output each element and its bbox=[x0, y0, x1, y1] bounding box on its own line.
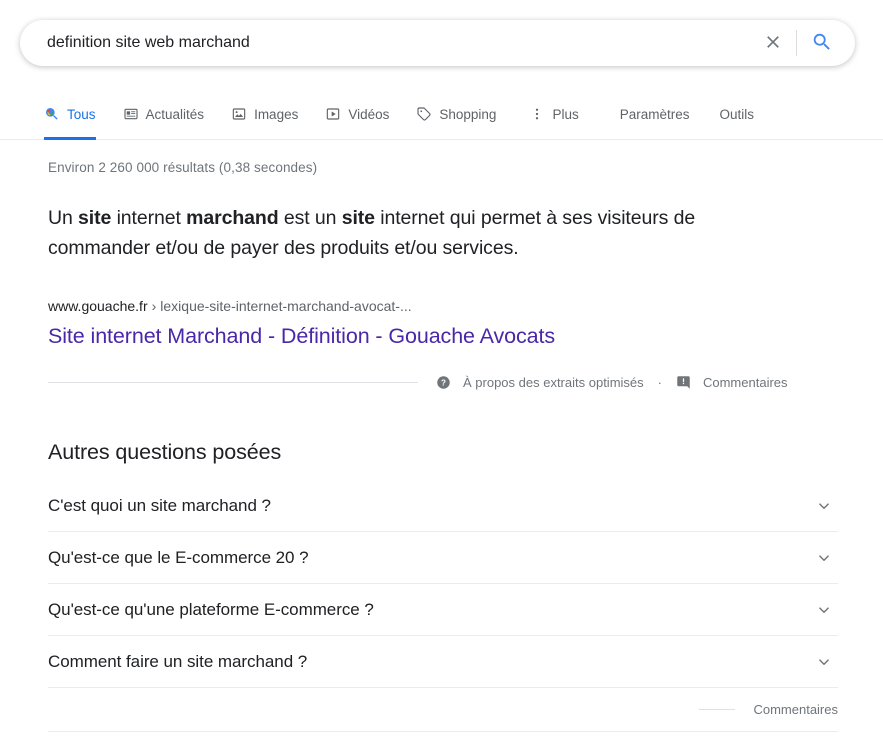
search-region bbox=[0, 0, 883, 66]
footer-separator: · bbox=[657, 374, 662, 390]
tab-label: Shopping bbox=[439, 106, 497, 122]
paa-footer: Commentaires bbox=[48, 702, 838, 717]
help-icon: ? bbox=[436, 375, 451, 390]
url-separator: › bbox=[151, 298, 157, 314]
video-icon bbox=[325, 106, 341, 122]
footer-links: ? À propos des extraits optimisés · Comm… bbox=[436, 375, 788, 390]
chevron-down-icon[interactable] bbox=[814, 548, 834, 568]
snippet-feedback-link[interactable]: Commentaires bbox=[703, 375, 788, 390]
url-domain: www.gouache.fr bbox=[48, 298, 148, 314]
clear-search-button[interactable] bbox=[756, 26, 790, 60]
tab-tous[interactable]: Tous bbox=[44, 98, 96, 140]
result-stats: Environ 2 260 000 résultats (0,38 second… bbox=[48, 160, 318, 175]
tab-outils[interactable]: Outils bbox=[720, 98, 755, 139]
url-path: lexique-site-internet-marchand-avocat-..… bbox=[160, 298, 412, 314]
chevron-down-icon[interactable] bbox=[814, 496, 834, 516]
paa-question-item[interactable]: C'est quoi un site marchand ? bbox=[48, 480, 838, 532]
tab-parametres[interactable]: Paramètres bbox=[620, 98, 690, 139]
people-also-ask-list: C'est quoi un site marchand ? Qu'est-ce … bbox=[48, 480, 838, 688]
close-icon bbox=[763, 32, 783, 55]
paa-question-item[interactable]: Qu'est-ce qu'une plateforme E-commerce ? bbox=[48, 584, 838, 636]
paa-footer-divider bbox=[699, 709, 736, 710]
result-url[interactable]: www.gouache.fr › lexique-site-internet-mar… bbox=[48, 296, 788, 316]
image-icon bbox=[231, 106, 247, 122]
search-results-main: Environ 2 260 000 résultats (0,38 second… bbox=[0, 160, 883, 732]
paa-question-text: Qu'est-ce que le E-commerce 20 ? bbox=[48, 547, 309, 567]
tab-label: Outils bbox=[719, 106, 755, 122]
tab-label: Actualités bbox=[145, 106, 205, 122]
featured-snippet: Un site internet marchand est un site in… bbox=[48, 203, 788, 393]
tab-images[interactable]: Images bbox=[231, 98, 298, 139]
news-icon bbox=[123, 106, 139, 122]
search-input[interactable] bbox=[20, 20, 756, 66]
snippet-bold-2: marchand bbox=[186, 207, 279, 229]
paa-bottom-divider bbox=[48, 731, 838, 732]
chevron-down-icon[interactable] bbox=[814, 600, 834, 620]
search-icon bbox=[811, 31, 833, 56]
search-box[interactable] bbox=[20, 20, 855, 66]
chevron-down-icon[interactable] bbox=[814, 652, 834, 672]
footer-divider bbox=[48, 381, 418, 383]
search-tabs: Tous Actualités Images Vidéos Shopping P… bbox=[0, 98, 883, 140]
search-actions bbox=[756, 20, 855, 66]
snippet-bold-3: site bbox=[341, 207, 375, 229]
result-title-link[interactable]: Site internet Marchand - Définition - Go… bbox=[48, 321, 555, 351]
search-submit-button[interactable] bbox=[805, 26, 839, 60]
featured-snippet-text: Un site internet marchand est un site in… bbox=[48, 203, 788, 263]
tab-label: Tous bbox=[67, 106, 96, 122]
about-featured-snippets-link[interactable]: À propos des extraits optimisés bbox=[463, 375, 644, 390]
paa-feedback-link[interactable]: Commentaires bbox=[753, 702, 838, 717]
tab-label: Images bbox=[254, 106, 299, 122]
snippet-footer: ? À propos des extraits optimisés · Comm… bbox=[48, 371, 788, 393]
tab-shopping[interactable]: Shopping bbox=[416, 98, 496, 139]
tag-icon bbox=[416, 106, 432, 122]
tab-actualites[interactable]: Actualités bbox=[123, 98, 205, 139]
tab-label: Plus bbox=[552, 106, 579, 122]
paa-question-item[interactable]: Qu'est-ce que le E-commerce 20 ? bbox=[48, 532, 838, 584]
snippet-part-1: Un bbox=[48, 207, 79, 229]
tab-videos[interactable]: Vidéos bbox=[325, 98, 389, 139]
tab-plus[interactable]: Plus bbox=[529, 98, 579, 139]
people-also-ask: Autres questions posées C'est quoi un si… bbox=[48, 438, 838, 732]
more-vertical-icon bbox=[529, 106, 545, 122]
tab-label: Paramètres bbox=[619, 106, 690, 122]
people-also-ask-heading: Autres questions posées bbox=[48, 440, 282, 464]
paa-question-text: Qu'est-ce qu'une plateforme E-commerce ? bbox=[48, 599, 374, 619]
search-divider bbox=[796, 30, 797, 56]
paa-question-text: C'est quoi un site marchand ? bbox=[48, 495, 271, 515]
snippet-bold-1: site bbox=[78, 207, 112, 229]
snippet-part-2: internet bbox=[111, 207, 187, 229]
snippet-part-3: est un bbox=[278, 207, 342, 229]
svg-text:?: ? bbox=[441, 378, 446, 387]
feedback-icon bbox=[676, 375, 691, 390]
paa-question-text: Comment faire un site marchand ? bbox=[48, 651, 308, 671]
paa-question-item[interactable]: Comment faire un site marchand ? bbox=[48, 636, 838, 688]
search-icon bbox=[44, 106, 60, 122]
tab-label: Vidéos bbox=[348, 106, 390, 122]
